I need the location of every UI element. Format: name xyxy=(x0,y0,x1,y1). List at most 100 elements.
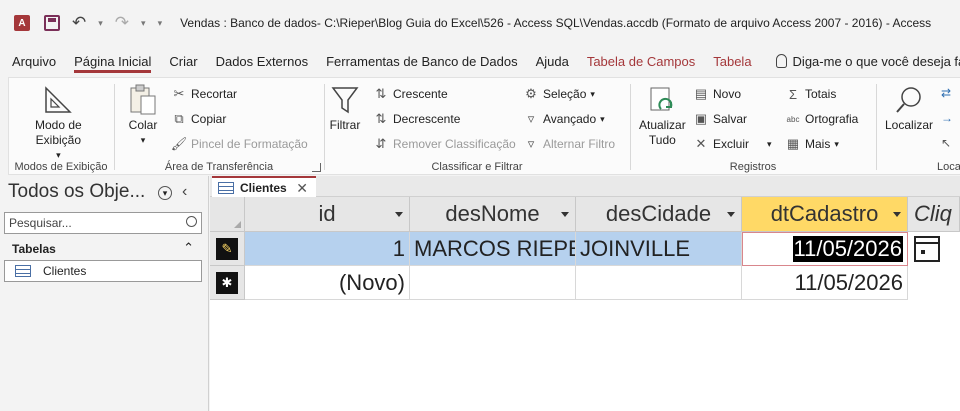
title-bar: A ↶ ▾ ↷ ▾ ▾ Vendas : Banco de dados- C:\… xyxy=(0,0,960,46)
tell-me-placeholder: Diga-me o que você deseja fazer xyxy=(792,53,960,69)
toggle-filter-button[interactable]: ▿ Alternar Filtro xyxy=(523,136,615,152)
table-icon xyxy=(218,181,234,194)
redo-icon[interactable]: ↷ xyxy=(115,13,129,33)
select-all-corner[interactable] xyxy=(210,197,245,232)
col-header-click-to-add[interactable]: Cliq xyxy=(908,197,960,232)
new-record-button[interactable]: ▤ Novo xyxy=(693,86,741,102)
close-icon[interactable]: ✕ xyxy=(296,180,308,197)
group-sort-filter: Filtrar ⇅ Crescente ⇅ Decrescente ⇵ Remo… xyxy=(325,78,629,176)
date-picker-icon[interactable] xyxy=(914,236,940,262)
tell-me-search[interactable]: Diga-me o que você deseja fazer xyxy=(775,53,960,69)
format-painter-button[interactable]: 🖌 Pincel de Formatação xyxy=(171,136,308,152)
sort-descending-button[interactable]: ⇅ Decrescente xyxy=(373,111,461,127)
copy-button[interactable]: ⧉ Copiar xyxy=(171,111,226,127)
cell-desnome[interactable]: MARCOS RIEPER xyxy=(410,232,576,266)
column-dropdown-icon[interactable] xyxy=(727,212,735,217)
ribbon-tabs: Arquivo Página Inicial Criar Dados Exter… xyxy=(0,46,960,76)
cell-dtcadastro-new[interactable]: 11/05/2026 xyxy=(742,266,908,300)
refresh-all-button[interactable]: Atualizar Tudo xyxy=(639,84,686,148)
cell-dtcadastro-editing[interactable]: 11/05/2026 xyxy=(742,232,908,266)
delete-x-icon: ✕ xyxy=(695,136,707,151)
tab-pagina-inicial[interactable]: Página Inicial xyxy=(74,46,152,76)
col-header-id[interactable]: id xyxy=(245,197,410,232)
clipboard-icon xyxy=(127,84,159,116)
tab-tabela[interactable]: Tabela xyxy=(713,46,751,76)
column-dropdown-icon[interactable] xyxy=(395,212,403,217)
undo-dropdown-icon[interactable]: ▾ xyxy=(98,18,103,29)
nav-item-clientes[interactable]: Clientes xyxy=(4,260,202,282)
customize-toolbar-icon[interactable]: ▾ xyxy=(158,18,163,29)
nav-search-input[interactable]: Pesquisar... xyxy=(4,212,202,234)
spelling-button[interactable]: abc Ortografia xyxy=(785,111,859,127)
cell-id-new[interactable]: (Novo) xyxy=(245,266,410,300)
navigation-pane: Todos os Obje... ▾ ‹ Pesquisar... Tabela… xyxy=(0,176,209,411)
goto-icon[interactable]: → xyxy=(941,111,953,125)
find-button[interactable]: Localizar xyxy=(885,84,933,133)
tab-arquivo[interactable]: Arquivo xyxy=(12,46,56,76)
clipboard-launcher-icon[interactable] xyxy=(312,163,321,172)
document-tabs: Clientes ✕ xyxy=(210,176,960,197)
tab-criar[interactable]: Criar xyxy=(169,46,197,76)
tab-dados-externos[interactable]: Dados Externos xyxy=(216,46,309,76)
chevron-down-icon: ▾ xyxy=(600,113,605,124)
cell-descidade-new[interactable] xyxy=(576,266,742,300)
filter-button[interactable]: Filtrar xyxy=(329,84,361,133)
row-selector[interactable]: ✎ xyxy=(210,232,245,266)
totals-button[interactable]: Σ Totais xyxy=(785,86,836,102)
group-records: Atualizar Tudo ▤ Novo ▣ Salvar ✕ Excluir… xyxy=(631,78,875,176)
column-dropdown-icon[interactable] xyxy=(561,212,569,217)
redo-dropdown-icon[interactable]: ▾ xyxy=(141,18,146,29)
delete-record-button[interactable]: ✕ Excluir ▾ xyxy=(693,136,772,152)
remove-sort-icon: ⇵ xyxy=(375,136,387,151)
undo-icon[interactable]: ↶ xyxy=(72,13,86,33)
view-mode-icon xyxy=(42,84,74,116)
chevron-down-icon: ▾ xyxy=(767,138,772,149)
nav-pane-title[interactable]: Todos os Obje... xyxy=(8,181,145,203)
select-icon[interactable]: ↖ xyxy=(941,136,951,150)
col-header-dtcadastro[interactable]: dtCadastro xyxy=(742,197,908,232)
more-button[interactable]: ▦ Mais ▾ xyxy=(785,136,839,152)
paste-button[interactable]: Colar ▾ xyxy=(127,84,159,148)
nav-menu-chevron-icon[interactable]: ▾ xyxy=(158,186,172,200)
cell-descidade[interactable]: JOINVILLE xyxy=(576,232,742,266)
cell-id[interactable]: 1 xyxy=(245,232,410,266)
cut-button[interactable]: ✂ Recortar xyxy=(171,86,237,102)
group-find: Localizar ⇄ → ↖ Local xyxy=(877,78,960,176)
sort-za-icon: ⇅ xyxy=(375,111,387,126)
cell-desnome-new[interactable] xyxy=(410,266,576,300)
view-mode-button[interactable]: Modo de Exibição ▾ xyxy=(35,84,82,163)
group-label-views: Modos de Exibição xyxy=(14,161,108,173)
collapse-pane-icon[interactable]: ‹ xyxy=(182,183,187,201)
group-label-records: Registros xyxy=(729,161,777,173)
row-selector-new[interactable]: ✱ xyxy=(210,266,245,300)
tab-tabela-de-campos[interactable]: Tabela de Campos xyxy=(587,46,695,76)
selection-button[interactable]: ⚙ Seleção ▾ xyxy=(523,86,595,102)
lightbulb-icon xyxy=(775,54,787,68)
datasheet-grid: id desNome desCidade dtCadastro Cliq ✎ 1… xyxy=(210,197,960,411)
paintbrush-icon: 🖌 xyxy=(170,136,188,151)
sort-ascending-button[interactable]: ⇅ Crescente xyxy=(373,86,448,102)
group-clipboard: Colar ▾ ✂ Recortar ⧉ Copiar 🖌 Pincel de … xyxy=(115,78,323,176)
window-title: Vendas : Banco de dados- C:\Rieper\Blog … xyxy=(180,16,932,30)
doc-tab-clientes[interactable]: Clientes ✕ xyxy=(212,176,316,197)
pencil-edit-icon: ✎ xyxy=(216,237,238,260)
chevron-down-icon: ▾ xyxy=(834,138,839,149)
table-icon xyxy=(15,265,31,277)
save-icon[interactable] xyxy=(44,15,60,31)
remove-sort-button[interactable]: ⇵ Remover Classificação xyxy=(373,136,516,152)
col-header-descidade[interactable]: desCidade xyxy=(576,197,742,232)
tab-ajuda[interactable]: Ajuda xyxy=(536,46,569,76)
col-header-desnome[interactable]: desNome xyxy=(410,197,576,232)
tab-ferramentas-bd[interactable]: Ferramentas de Banco de Dados xyxy=(326,46,518,76)
sort-az-icon: ⇅ xyxy=(375,86,387,101)
access-app-icon[interactable]: A xyxy=(14,15,30,31)
column-dropdown-icon[interactable] xyxy=(893,212,901,217)
advanced-button[interactable]: ▿ Avançado ▾ xyxy=(523,111,605,127)
selected-date-text: 11/05/2026 xyxy=(792,236,903,262)
refresh-icon xyxy=(646,84,678,116)
replace-icon[interactable]: ⇄ xyxy=(941,86,951,100)
save-record-button[interactable]: ▣ Salvar xyxy=(693,111,747,127)
nav-section-tables[interactable]: Tabelas ⌃ xyxy=(4,238,202,260)
copy-icon: ⧉ xyxy=(174,111,184,126)
search-icon xyxy=(186,216,197,227)
